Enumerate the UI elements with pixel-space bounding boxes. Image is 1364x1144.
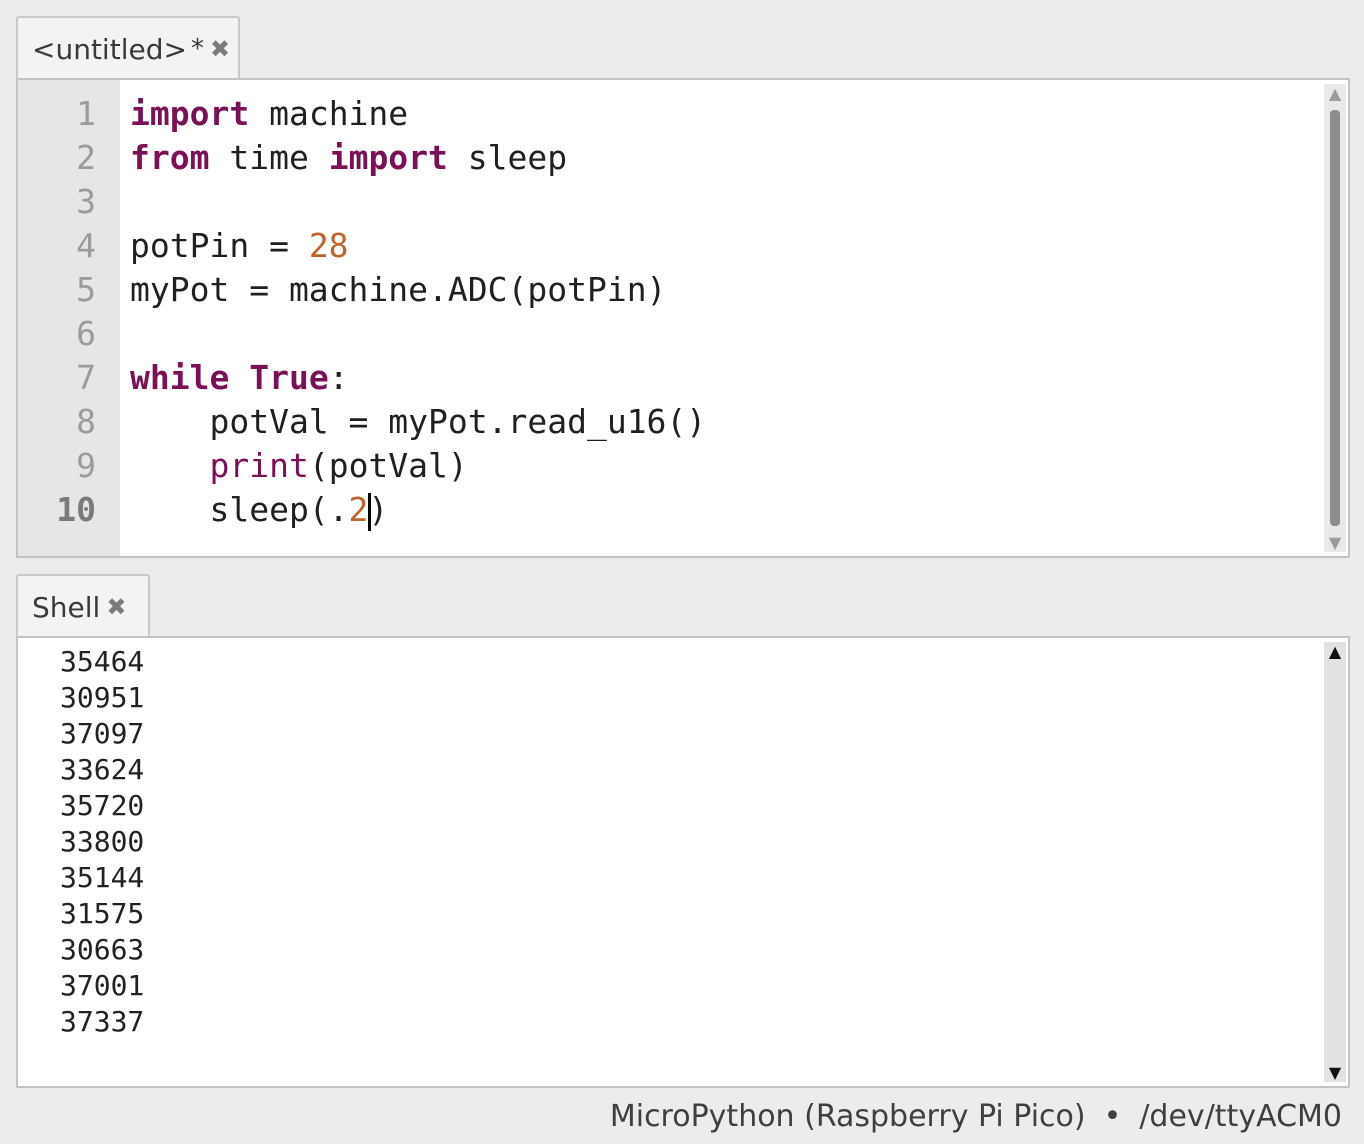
code-line-8: potVal = myPot.read_u16() [130,400,706,444]
number-literal: 2 [348,490,369,529]
code-token: sleep(. [130,490,349,529]
shell-output-line: 31575 [60,897,145,930]
keyword: import [328,138,448,177]
line-number-current: 10 [56,490,96,529]
code-token: (potVal) [308,446,468,485]
line-number: 8 [76,402,96,441]
status-bar: MicroPython (Raspberry Pi Pico) • /dev/t… [610,1094,1342,1138]
code-token: machine [249,94,409,133]
interpreter-label[interactable]: MicroPython (Raspberry Pi Pico) [610,1099,1086,1134]
shell-output-line: 35720 [60,789,145,822]
code-token: ) [368,490,389,529]
close-icon[interactable]: ✖ [106,593,126,621]
line-number: 9 [76,446,96,485]
code-line-4: potPin = 28 [130,224,706,268]
code-line-1: import machine [130,92,706,136]
tab-untitled[interactable]: <untitled> * ✖ [16,16,240,80]
code-token: : [328,358,349,397]
scrollbar-thumb[interactable] [1330,110,1340,526]
shell-output-line: 35464 [60,645,145,678]
shell-output-line: 37097 [60,717,145,750]
modified-indicator: * [190,34,204,64]
builtin-function: print [209,446,309,485]
code-line-2: from time import sleep [130,136,706,180]
number-literal: 28 [308,226,349,265]
line-number-gutter: 1 2 3 4 5 6 7 8 9 10 [18,80,120,556]
scroll-up-arrow-icon[interactable]: ▲ [1324,84,1346,103]
shell-output-line: 35144 [60,861,145,894]
code-token: time [209,138,329,177]
line-number: 5 [76,270,96,309]
code-token: potPin = [130,226,309,265]
line-number: 1 [76,94,96,133]
shell-output-line: 30951 [60,681,145,714]
code-line-5: myPot = machine.ADC(potPin) [130,268,706,312]
keyword: while [130,358,230,397]
scroll-down-arrow-icon[interactable]: ▼ [1324,533,1346,552]
code-token: myPot = machine.ADC(potPin) [130,270,667,309]
port-label[interactable]: /dev/ttyACM0 [1139,1099,1342,1134]
shell-output-line: 37001 [60,969,145,1002]
tab-untitled-label: <untitled> [32,32,187,66]
scroll-down-arrow-icon[interactable]: ▼ [1324,1063,1346,1082]
code-line-7: while True: [130,356,706,400]
shell-output-line: 33624 [60,753,145,786]
shell-panel[interactable]: 35464 30951 37097 33624 35720 33800 3514… [16,636,1350,1088]
code-line-10: sleep(.2) [130,488,706,532]
scroll-up-arrow-icon[interactable]: ▲ [1324,642,1346,661]
status-separator: • [1103,1098,1122,1134]
line-number: 4 [76,226,96,265]
shell-output: 35464 30951 37097 33624 35720 33800 3514… [60,644,144,1040]
line-number: 7 [76,358,96,397]
keyword: import [130,94,250,133]
editor-scrollbar[interactable]: ▲ ▼ [1324,84,1346,552]
tab-shell[interactable]: Shell ✖ [16,574,150,638]
code-editor[interactable]: 1 2 3 4 5 6 7 8 9 10 import machine from… [16,78,1350,558]
line-number: 2 [76,138,96,177]
keyword: from [130,138,210,177]
shell-output-line: 30663 [60,933,145,966]
code-token: potVal = myPot.read_u16() [130,402,707,441]
keyword: True [249,358,329,397]
code-text[interactable]: import machine from time import sleep po… [130,92,706,532]
close-icon[interactable]: ✖ [210,35,230,63]
line-number: 6 [76,314,96,353]
shell-output-line: 33800 [60,825,145,858]
shell-output-line: 37337 [60,1005,145,1038]
shell-scrollbar[interactable]: ▲ ▼ [1324,642,1346,1082]
tab-shell-label: Shell [32,590,101,624]
code-token: sleep [447,138,568,177]
line-number: 3 [76,182,96,221]
code-line-9: print(potVal) [130,444,706,488]
